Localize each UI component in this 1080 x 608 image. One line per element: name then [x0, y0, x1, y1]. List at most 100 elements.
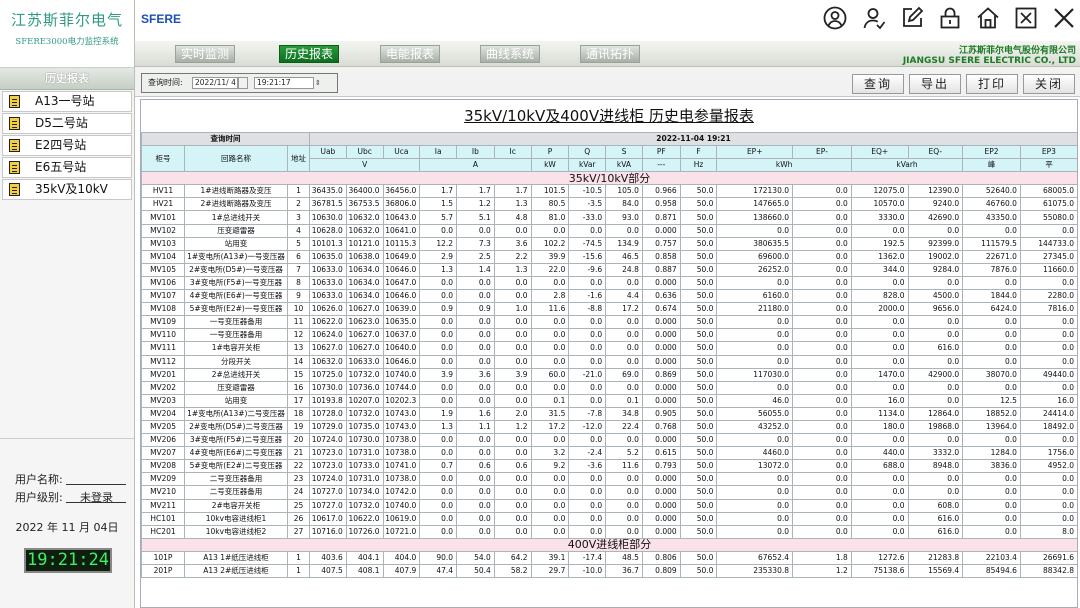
station-item-d5[interactable]: D5二号站	[2, 113, 132, 134]
table-cell: 18852.0	[962, 406, 1021, 421]
query-button[interactable]: 查询	[852, 74, 904, 94]
table-cell: 0.809	[641, 563, 681, 579]
table-cell: 11660.0	[1019, 262, 1077, 277]
table-cell: 0.0	[850, 380, 909, 395]
table-cell: 0.1	[605, 393, 643, 408]
station-item-a13[interactable]: A13一号站	[2, 91, 132, 112]
table-cell: 50.0	[679, 485, 718, 500]
table-cell: 0.0	[850, 511, 909, 526]
calendar-dropdown-icon[interactable]	[238, 77, 248, 89]
table-cell: 3.9	[419, 367, 458, 382]
close-button[interactable]: 关闭	[1023, 74, 1075, 94]
station-item-35kv[interactable]: 35kV及10kV	[2, 179, 132, 200]
current-date: 2022 年 11 月 04日	[15, 521, 119, 534]
table-cell: 52640.0	[962, 184, 1021, 199]
export-button[interactable]: 导出	[909, 74, 961, 94]
table-cell: 0.0	[419, 223, 458, 238]
spin-icon[interactable]: ⇕	[315, 77, 321, 89]
table-cell: 0.0	[419, 393, 458, 408]
table-cell: MV204	[141, 406, 186, 421]
table-cell: 0.0	[1019, 328, 1077, 343]
table-cell: 16.0	[850, 393, 909, 408]
table-row: MV106 3#变电所(F5#)一号变压器 8 10633.0 10634.0 10647…	[141, 275, 1077, 291]
table-cell: 15	[286, 367, 311, 382]
unit-cell: kVA	[605, 158, 643, 173]
table-row: MV206 3#变电所(F5#)二号变压器 20 10724.0 10730.0 1073…	[141, 433, 1077, 448]
table-cell: 10735.0	[345, 419, 384, 435]
col-header: Ib	[456, 145, 495, 160]
table-cell: 93.0	[605, 210, 643, 225]
table-cell: MV105	[141, 262, 186, 277]
table-row: MV101 1#总进线开关 3 10630.0 10632.0 10643.0 5.7 5.1…	[141, 210, 1077, 225]
table-cell: 0.0	[419, 315, 458, 330]
table-cell: 0.000	[641, 223, 681, 238]
close-icon[interactable]	[1052, 6, 1076, 30]
table-cell: 10101.3	[309, 236, 347, 251]
tab-curve-system[interactable]: 曲线系统	[480, 45, 540, 63]
table-cell: 10743.0	[382, 419, 421, 435]
table-cell: 0.0	[530, 485, 570, 500]
table-cell: 3.2	[530, 446, 570, 461]
user-manage-icon[interactable]	[862, 6, 886, 30]
table-cell: 10633.0	[309, 262, 347, 277]
tab-energy-report[interactable]: 电能报表	[380, 45, 440, 63]
table-row: 201P A13 2#纸压进线柜 1 407.5 408.1 407.9 47.4 50.4 5…	[141, 563, 1077, 579]
table-cell: 1	[286, 563, 311, 579]
table-cell: 0.0	[962, 485, 1021, 500]
table-cell: 0.0	[419, 380, 458, 395]
table-cell: 0.0	[907, 433, 964, 448]
table-cell: -1.6	[568, 289, 607, 304]
table-cell: 13	[286, 341, 311, 356]
station-item-e2[interactable]: E2四号站	[2, 135, 132, 156]
table-cell: 0.0	[568, 393, 607, 408]
table-cell: 0.0	[850, 472, 909, 487]
table-row: MV207 4#变电所(E6#)二号变压器 21 10723.0 10731.0 1073…	[141, 446, 1077, 461]
table-cell: 147665.0	[716, 197, 794, 212]
table-cell: 3.6	[493, 236, 532, 251]
table-cell: MV103	[141, 236, 186, 251]
document-icon	[9, 139, 20, 152]
table-cell: 50.0	[679, 354, 718, 369]
station-item-e6[interactable]: E6五号站	[2, 157, 132, 178]
time-input[interactable]: 19:21:17	[254, 77, 314, 89]
table-cell: 10627.0	[345, 328, 384, 343]
table-cell: 50.0	[679, 498, 718, 513]
report-panel: 35kV/10kV及400V进线柜 历史电参量报表 查询时间 2022-11-0…	[140, 99, 1078, 608]
home-icon[interactable]	[976, 6, 1000, 30]
table-cell: 0.0	[530, 275, 570, 291]
tab-realtime[interactable]: 实时监测	[175, 45, 235, 63]
table-cell: 0.0	[419, 498, 458, 513]
tab-history-report[interactable]: 历史报表	[279, 45, 339, 63]
table-cell: 0.0	[493, 380, 532, 395]
table-cell: -10.0	[568, 563, 607, 579]
table-cell: 0.0	[419, 446, 458, 461]
tab-comm-topology[interactable]: 通讯拓扑	[580, 45, 640, 63]
table-cell: MV205	[141, 419, 186, 435]
table-cell: 10622.0	[309, 315, 347, 330]
table-cell: 10727.0	[309, 485, 347, 500]
date-input[interactable]: 2022/11/ 4	[192, 77, 238, 89]
table-cell: 0.0	[419, 472, 458, 487]
lock-icon[interactable]	[938, 6, 962, 30]
table-cell: 1362.0	[850, 249, 909, 264]
table-cell: 0.0	[568, 524, 607, 539]
table-cell: 50.0	[679, 328, 718, 343]
minimize-icon[interactable]	[1014, 6, 1038, 30]
table-cell: 50.0	[679, 472, 718, 487]
table-cell: 5.7	[419, 210, 458, 225]
table-cell: 608.0	[907, 498, 964, 513]
table-cell: 0.0	[419, 354, 458, 369]
table-cell: 1.7	[456, 184, 495, 199]
table-cell: 0.0	[530, 511, 570, 526]
edit-icon[interactable]	[900, 6, 924, 30]
table-header: 查询时间 2022-11-04 19:21 柜号 回路名称 地址 Uab Ubc…	[141, 131, 1077, 186]
table-cell: HV21	[141, 197, 186, 212]
table-cell: 0.905	[641, 406, 681, 421]
table-cell: 10736.0	[345, 380, 384, 395]
print-button[interactable]: 打印	[966, 74, 1018, 94]
user-icon[interactable]	[823, 6, 847, 30]
table-cell: 0.0	[456, 289, 495, 304]
table-cell: 0.0	[568, 315, 607, 330]
table-cell: 10627.0	[309, 341, 347, 356]
table-cell: 10570.0	[850, 197, 909, 212]
